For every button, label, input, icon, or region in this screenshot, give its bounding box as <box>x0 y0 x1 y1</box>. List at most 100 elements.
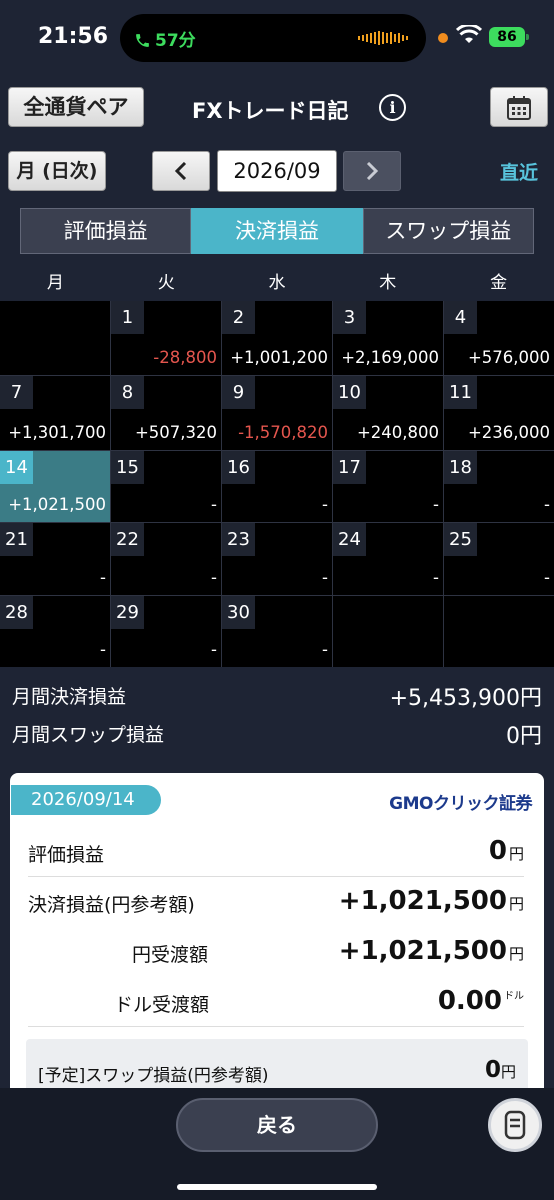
weekday-wed: 水 <box>268 273 286 293</box>
home-indicator <box>177 1184 377 1190</box>
mic-indicator-dot <box>438 33 448 43</box>
status-bar: 21:56 57分 86 <box>0 0 554 76</box>
calendar-day-cell[interactable]: 1 -28,800 <box>111 301 221 375</box>
calendar-grid: 1 -28,800 2 +1,001,200 3 +2,169,000 4 +576,000 7… <box>0 301 554 667</box>
day-pnl-value: +2,169,000 <box>341 348 439 367</box>
day-number: 28 <box>0 596 33 629</box>
calendar-day-cell[interactable]: 18 - <box>444 451 554 522</box>
calendar-day-cell[interactable]: 23 - <box>222 523 332 595</box>
day-number: 8 <box>111 376 144 409</box>
calendar-day-cell[interactable]: 21 - <box>0 523 110 595</box>
day-number: 14 <box>0 451 33 484</box>
day-number: 9 <box>222 376 255 409</box>
day-number: 17 <box>333 451 366 484</box>
monthly-summary: 月間決済損益 +5,453,900円 月間スワップ損益 0円 <box>0 678 554 754</box>
calendar-day-cell[interactable]: 2 +1,001,200 <box>222 301 332 375</box>
detail-settlement-label: 決済損益(円参考額) <box>28 894 195 916</box>
detail-swap-value: 0円 <box>484 1057 516 1083</box>
weekday-thu: 木 <box>379 273 397 293</box>
calendar-day-cell[interactable]: 9 -1,570,820 <box>222 376 332 450</box>
day-number: 2 <box>222 301 255 334</box>
wifi-icon <box>456 25 482 43</box>
tab-settlement[interactable]: 決済損益 <box>191 208 363 254</box>
monthly-swap-value: 0円 <box>506 724 542 749</box>
calendar-day-cell[interactable]: 10 +240,800 <box>333 376 443 450</box>
day-number: 23 <box>222 523 255 556</box>
battery-indicator: 86 <box>489 27 529 47</box>
day-pnl-value: - <box>322 640 328 659</box>
calendar-day-cell[interactable]: 15 - <box>111 451 221 522</box>
recent-link[interactable]: 直近 <box>500 158 538 185</box>
calendar-day-cell[interactable]: 28 - <box>0 596 110 667</box>
back-button[interactable]: 戻る <box>176 1098 378 1152</box>
detail-date: 2026/09/14 <box>11 785 161 815</box>
chevron-right-icon <box>366 161 379 181</box>
next-month-button[interactable] <box>343 151 401 191</box>
calendar-day-cell[interactable]: 22 - <box>111 523 221 595</box>
day-pnl-value: - <box>211 495 217 514</box>
weekday-header: 月 火 水 木 金 <box>0 265 554 301</box>
document-icon <box>504 1110 526 1140</box>
broker-logo: GMOクリック証券 <box>389 794 532 814</box>
calendar-day-cell[interactable]: 4 +576,000 <box>444 301 554 375</box>
detail-swap-label: [予定]スワップ損益(円参考額) <box>38 1066 269 1086</box>
monthly-swap-label: 月間スワップ損益 <box>12 724 165 746</box>
day-number: 1 <box>111 301 144 334</box>
info-icon[interactable]: i <box>379 94 406 121</box>
period-mode-button[interactable]: 月 (日次) <box>8 151 106 191</box>
calendar-day-cell[interactable]: 24 - <box>333 523 443 595</box>
calendar-day-cell[interactable]: 25 - <box>444 523 554 595</box>
day-pnl-value: -1,570,820 <box>238 423 328 442</box>
bottom-bar: 戻る <box>0 1088 554 1200</box>
calendar-day-cell[interactable]: 8 +507,320 <box>111 376 221 450</box>
pnl-tabs: 評価損益 決済損益 スワップ損益 <box>20 208 534 254</box>
dynamic-island[interactable]: 57分 <box>120 14 426 62</box>
day-pnl-value: - <box>211 568 217 587</box>
calendar-day-cell[interactable]: 30 - <box>222 596 332 667</box>
prev-month-button[interactable] <box>152 151 210 191</box>
divider <box>28 876 524 877</box>
day-number: 3 <box>333 301 366 334</box>
monthly-swap-row: 月間スワップ損益 0円 <box>0 716 554 754</box>
weekday-tue: 火 <box>157 273 175 293</box>
calendar-day-cell[interactable]: 7 +1,301,700 <box>0 376 110 450</box>
day-pnl-value: -28,800 <box>153 348 217 367</box>
day-number: 22 <box>111 523 144 556</box>
day-pnl-value: +240,800 <box>356 423 439 442</box>
day-number: 16 <box>222 451 255 484</box>
currency-pair-button[interactable]: 全通貨ペア <box>8 87 144 127</box>
detail-jpy-label: 円受渡額 <box>132 944 209 966</box>
calendar-day-cell[interactable]: 11 +236,000 <box>444 376 554 450</box>
tab-swap[interactable]: スワップ損益 <box>362 208 534 254</box>
calendar-button[interactable] <box>490 87 548 127</box>
tab-unrealized[interactable]: 評価損益 <box>20 208 192 254</box>
calendar-day-cell[interactable]: 3 +2,169,000 <box>333 301 443 375</box>
monthly-settlement-label: 月間決済損益 <box>12 686 127 708</box>
divider <box>28 1026 524 1027</box>
day-number: 7 <box>0 376 33 409</box>
audio-wave-icon <box>358 31 408 45</box>
day-pnl-value: +1,301,700 <box>8 423 106 442</box>
day-number: 30 <box>222 596 255 629</box>
detail-unrealized-label: 評価損益 <box>28 844 105 866</box>
call-indicator: 57分 <box>134 26 196 51</box>
day-number: 4 <box>444 301 477 334</box>
calendar-day-cell[interactable]: 29 - <box>111 596 221 667</box>
day-pnl-value: - <box>322 568 328 587</box>
detail-usd-value: 0.00 ドル <box>437 986 524 1016</box>
monthly-settlement-row: 月間決済損益 +5,453,900円 <box>0 678 554 716</box>
day-pnl-value: +1,001,200 <box>230 348 328 367</box>
day-number: 11 <box>444 376 477 409</box>
calendar-day-cell[interactable]: 17 - <box>333 451 443 522</box>
status-time: 21:56 <box>38 24 109 49</box>
month-display[interactable]: 2026/09 <box>217 150 337 192</box>
menu-fab-button[interactable] <box>488 1098 542 1152</box>
day-number: 24 <box>333 523 366 556</box>
day-pnl-value: - <box>433 495 439 514</box>
calendar-day-cell[interactable]: 14 +1,021,500 <box>0 451 110 522</box>
weekday-fri: 金 <box>490 273 508 293</box>
monthly-settlement-value: +5,453,900円 <box>389 686 542 711</box>
day-pnl-value: +1,021,500 <box>8 495 106 514</box>
day-number: 10 <box>333 376 366 409</box>
calendar-day-cell[interactable]: 16 - <box>222 451 332 522</box>
